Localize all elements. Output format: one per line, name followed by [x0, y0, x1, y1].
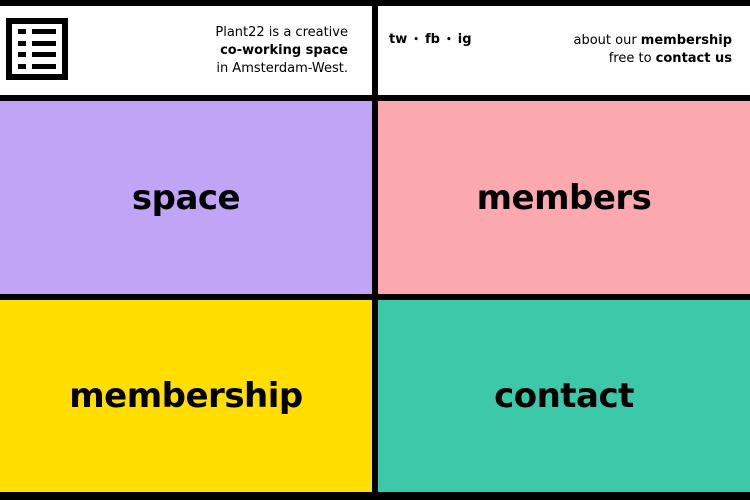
social-links: tw • fb • ig — [389, 32, 472, 47]
contact-prefix: free to — [608, 51, 656, 66]
social-link-facebook[interactable]: fb — [425, 32, 440, 47]
header-left: Plant22 is a creative co-working space i… — [0, 6, 372, 95]
social-link-twitter[interactable]: tw — [389, 32, 407, 47]
tile-contact-label: contact — [494, 376, 634, 416]
social-separator: • — [413, 34, 419, 45]
tile-contact[interactable]: contact — [378, 300, 750, 492]
tagline-line-2: co-working space — [220, 43, 348, 58]
grid-menu-icon[interactable] — [6, 18, 68, 80]
tile-members[interactable]: members — [378, 101, 750, 294]
site-tagline: Plant22 is a creative co-working space i… — [215, 24, 348, 78]
header-right: tw • fb • ig about our membership free t… — [378, 6, 750, 95]
tagline-line-3: in Amsterdam-West. — [216, 61, 348, 76]
page-frame: Plant22 is a creative co-working space i… — [0, 0, 750, 500]
membership-link[interactable]: membership — [641, 33, 732, 48]
tile-members-label: members — [476, 177, 652, 218]
tagline-line-1: Plant22 is a creative — [215, 25, 348, 40]
tile-space[interactable]: space — [0, 101, 372, 294]
about-prefix: about our — [573, 33, 641, 48]
contact-us-link[interactable]: contact us — [656, 51, 732, 66]
tile-membership-label: membership — [69, 376, 303, 416]
tile-membership[interactable]: membership — [0, 300, 372, 492]
social-link-instagram[interactable]: ig — [458, 32, 472, 47]
header-info-links: about our membership free to contact us — [573, 32, 732, 68]
tile-space-label: space — [131, 177, 241, 218]
social-separator: • — [445, 34, 452, 45]
